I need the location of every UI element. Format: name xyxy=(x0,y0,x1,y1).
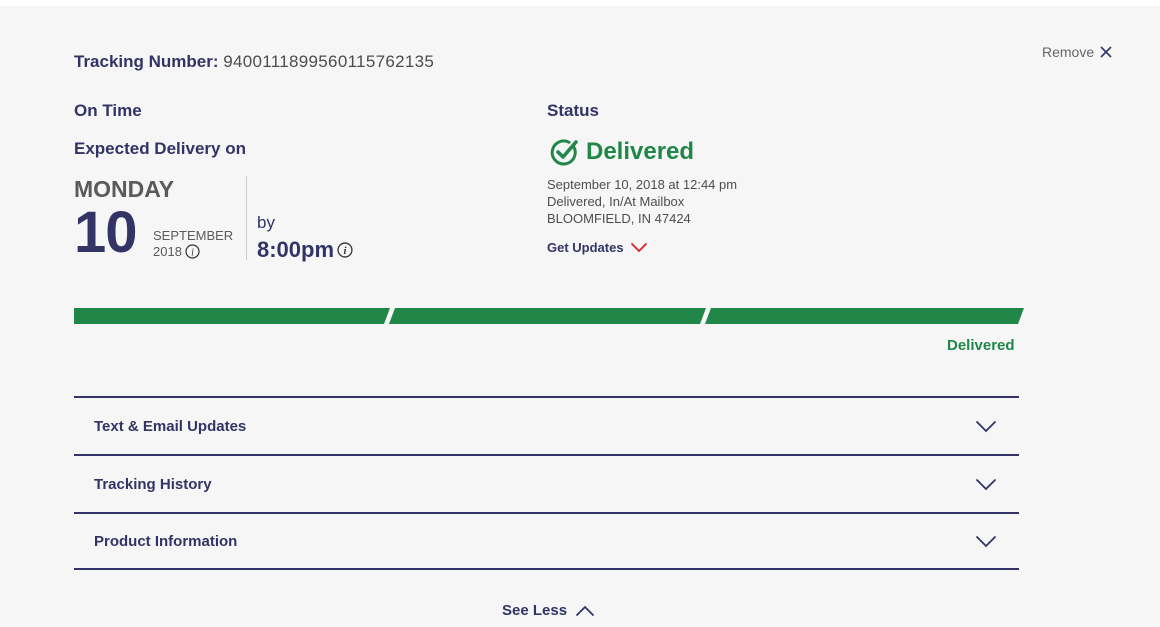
accordion-product-information[interactable]: Product Information xyxy=(74,512,1019,570)
remove-button[interactable]: Remove xyxy=(1042,44,1112,60)
chevron-down-icon xyxy=(975,535,997,547)
tracking-number-value: 9400111899560115762135 xyxy=(223,52,435,71)
svg-text:i: i xyxy=(191,247,194,258)
accordion-title: Tracking History xyxy=(94,475,212,493)
status-location: BLOOMFIELD, IN 47424 xyxy=(547,211,691,226)
see-less-label: See Less xyxy=(502,602,568,619)
delivery-year: 2018 xyxy=(153,244,182,259)
close-icon xyxy=(1100,46,1112,58)
chevron-down-icon xyxy=(975,478,997,490)
status-heading: Status xyxy=(547,101,599,120)
delivery-day: 10 xyxy=(74,200,138,265)
info-icon[interactable]: i xyxy=(337,242,353,258)
get-updates-button[interactable]: Get Updates xyxy=(547,240,648,255)
svg-text:i: i xyxy=(344,246,347,257)
progress-bar xyxy=(74,308,1024,324)
details-accordion: Text & Email Updates Tracking History Pr… xyxy=(74,396,1019,570)
status-delivered: Delivered xyxy=(550,138,694,166)
info-icon[interactable]: i xyxy=(185,244,200,259)
see-less-button[interactable]: See Less xyxy=(502,602,595,619)
on-time-label: On Time xyxy=(74,101,142,120)
status-main-text: Delivered xyxy=(586,138,695,165)
tracking-card: Tracking Number: 9400111899560115762135 … xyxy=(0,6,1160,627)
progress-status-label: Delivered xyxy=(947,337,1015,354)
expected-delivery-label: Expected Delivery on xyxy=(74,139,246,158)
accordion-text-email-updates[interactable]: Text & Email Updates xyxy=(74,396,1019,454)
chevron-down-icon xyxy=(630,242,647,253)
by-label: by xyxy=(257,213,275,232)
delivery-time-row: 8:00pm i xyxy=(257,237,353,263)
status-datetime: September 10, 2018 at 12:44 pm xyxy=(547,177,738,192)
check-circle-icon xyxy=(550,139,578,166)
remove-label: Remove xyxy=(1042,44,1095,60)
tracking-number-row: Tracking Number: 9400111899560115762135 xyxy=(74,52,434,72)
delivery-year-row: 2018 i xyxy=(153,244,200,259)
progress-segment xyxy=(74,308,390,324)
accordion-tracking-history[interactable]: Tracking History xyxy=(74,454,1019,512)
tracking-number-label: Tracking Number: xyxy=(74,52,219,71)
accordion-title: Product Information xyxy=(94,532,238,550)
chevron-down-icon xyxy=(975,420,997,432)
delivery-weekday: MONDAY xyxy=(74,176,175,202)
date-divider xyxy=(246,176,247,260)
get-updates-label: Get Updates xyxy=(547,240,624,255)
accordion-title: Text & Email Updates xyxy=(94,417,247,435)
progress-segment xyxy=(705,308,1024,324)
status-description: Delivered, In/At Mailbox xyxy=(547,194,685,209)
progress-segment xyxy=(389,308,706,324)
chevron-up-icon xyxy=(575,605,595,616)
delivery-time: 8:00pm xyxy=(257,237,335,262)
delivery-month: SEPTEMBER xyxy=(153,228,234,243)
